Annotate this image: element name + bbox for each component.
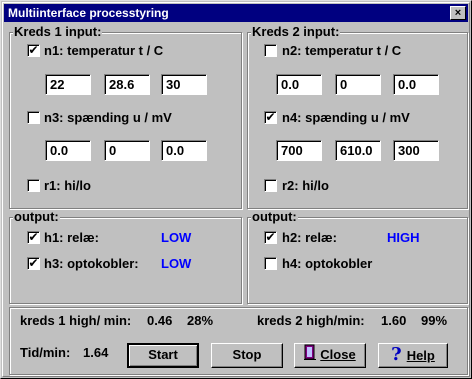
- output2-group-title: output:: [251, 209, 298, 224]
- n1-checkbox[interactable]: ✔: [27, 44, 40, 57]
- n1-label: n1: temperatur t / C: [44, 43, 164, 58]
- n2-value-2[interactable]: 0: [335, 74, 381, 95]
- n2-value-3[interactable]: 0.0: [393, 74, 439, 95]
- help-icon: ?: [391, 344, 402, 365]
- h4-label: h4: optokobler: [282, 256, 373, 271]
- stop-button[interactable]: Stop: [211, 343, 283, 368]
- n1-value-2[interactable]: 28.6: [104, 74, 150, 95]
- n2-value-1[interactable]: 0.0: [276, 74, 322, 95]
- close-button[interactable]: Close: [294, 343, 366, 368]
- n2-checkbox[interactable]: [264, 44, 277, 57]
- h2-label: h2: relæ:: [282, 230, 337, 245]
- kreds1-group-title: Kreds 1 input:: [13, 24, 103, 39]
- start-button[interactable]: Start: [127, 343, 199, 368]
- title-bar[interactable]: Multiinterface processtyring ×: [4, 4, 468, 22]
- r2-checkbox[interactable]: [264, 179, 277, 192]
- n4-value-2[interactable]: 610.0: [335, 140, 381, 161]
- kreds1-stats-label: kreds 1 high/ min:: [20, 313, 132, 328]
- h3-label: h3: optokobler:: [44, 256, 139, 271]
- kreds2-group-title: Kreds 2 input:: [251, 24, 341, 39]
- close-button-label: Close: [320, 347, 356, 362]
- h1-label: h1: relæ:: [44, 230, 99, 245]
- h4-checkbox[interactable]: [264, 257, 277, 270]
- n2-label: n2: temperatur t / C: [282, 43, 402, 58]
- n3-label: n3: spænding u / mV: [44, 110, 172, 125]
- r1-checkbox[interactable]: [27, 179, 40, 192]
- h1-status: LOW: [161, 230, 192, 245]
- h2-status: HIGH: [387, 230, 420, 245]
- kreds1-percent: 28%: [187, 313, 214, 328]
- kreds2-high-per-min: 1.60: [381, 313, 407, 328]
- r2-label: r2: hi/lo: [282, 178, 329, 193]
- h3-checkbox[interactable]: ✔: [27, 257, 40, 270]
- r1-label: r1: hi/lo: [44, 178, 91, 193]
- n1-value-1[interactable]: 22: [45, 74, 91, 95]
- tid-value: 1.64: [83, 345, 109, 360]
- h1-checkbox[interactable]: ✔: [27, 231, 40, 244]
- n4-value-3[interactable]: 300: [393, 140, 439, 161]
- kreds2-stats-label: kreds 2 high/min:: [257, 313, 365, 328]
- kreds2-percent: 99%: [421, 313, 448, 328]
- door-icon: [304, 344, 317, 367]
- h2-checkbox[interactable]: ✔: [264, 231, 277, 244]
- h3-status: LOW: [161, 256, 192, 271]
- n3-value-2[interactable]: 0: [104, 140, 150, 161]
- help-button-label: Help: [406, 348, 435, 363]
- n3-value-3[interactable]: 0.0: [161, 140, 207, 161]
- main-window: Multiinterface processtyring × Kreds 1 i…: [0, 0, 472, 379]
- n3-value-1[interactable]: 0.0: [45, 140, 91, 161]
- window-title: Multiinterface processtyring: [8, 6, 169, 20]
- output1-group-title: output:: [13, 209, 60, 224]
- close-icon[interactable]: ×: [450, 6, 466, 20]
- kreds1-high-per-min: 0.46: [147, 313, 173, 328]
- n4-label: n4: spænding u / mV: [282, 110, 410, 125]
- n4-checkbox[interactable]: ✔: [264, 111, 277, 124]
- n4-value-1[interactable]: 700: [276, 140, 322, 161]
- n1-value-3[interactable]: 30: [161, 74, 207, 95]
- n3-checkbox[interactable]: [27, 111, 40, 124]
- help-button[interactable]: ? Help: [378, 343, 448, 368]
- tid-label: Tid/min:: [20, 345, 71, 360]
